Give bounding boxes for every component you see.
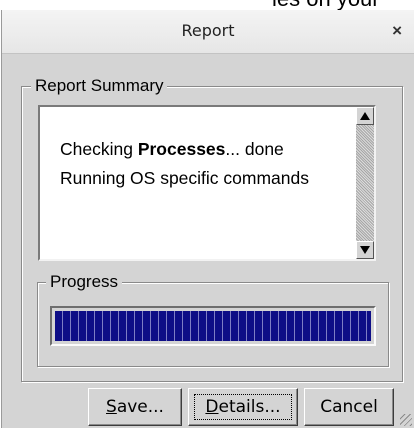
arrow-down-icon[interactable] xyxy=(356,241,374,259)
cancel-button[interactable]: Cancel xyxy=(304,388,394,426)
summary-lines: Checking Processes... done Running OS sp… xyxy=(60,135,309,193)
resize-grip-icon[interactable] xyxy=(400,414,412,426)
report-summary-legend: Report Summary xyxy=(31,75,168,97)
arrow-up-icon[interactable] xyxy=(356,107,374,125)
report-summary-text[interactable]: Checking Processes... done Running OS sp… xyxy=(38,105,376,261)
close-icon[interactable]: × xyxy=(392,10,402,52)
title-bar[interactable]: Report × xyxy=(2,10,414,54)
save-button[interactable]: Save... xyxy=(88,388,182,426)
background-window-text: ies on your system... xyxy=(0,0,415,10)
dialog-content: Report Summary Checking Processes... don… xyxy=(2,55,414,428)
progress-bar xyxy=(50,306,376,346)
summary-line: Checking Processes... done xyxy=(60,139,284,159)
summary-line-bold: Processes xyxy=(137,139,226,159)
details-button[interactable]: Details... xyxy=(188,388,298,426)
progress-group: Progress xyxy=(37,271,389,367)
report-dialog: Report × Report Summary Checking Process… xyxy=(1,10,414,428)
vertical-scrollbar[interactable] xyxy=(356,107,374,259)
progress-fill xyxy=(55,311,371,341)
dialog-title: Report xyxy=(181,21,235,40)
report-summary-group: Report Summary Checking Processes... don… xyxy=(21,75,403,382)
progress-legend: Progress xyxy=(46,271,123,293)
summary-line: Running OS specific commands xyxy=(60,168,309,188)
background-text: ies on your system... xyxy=(272,0,415,10)
